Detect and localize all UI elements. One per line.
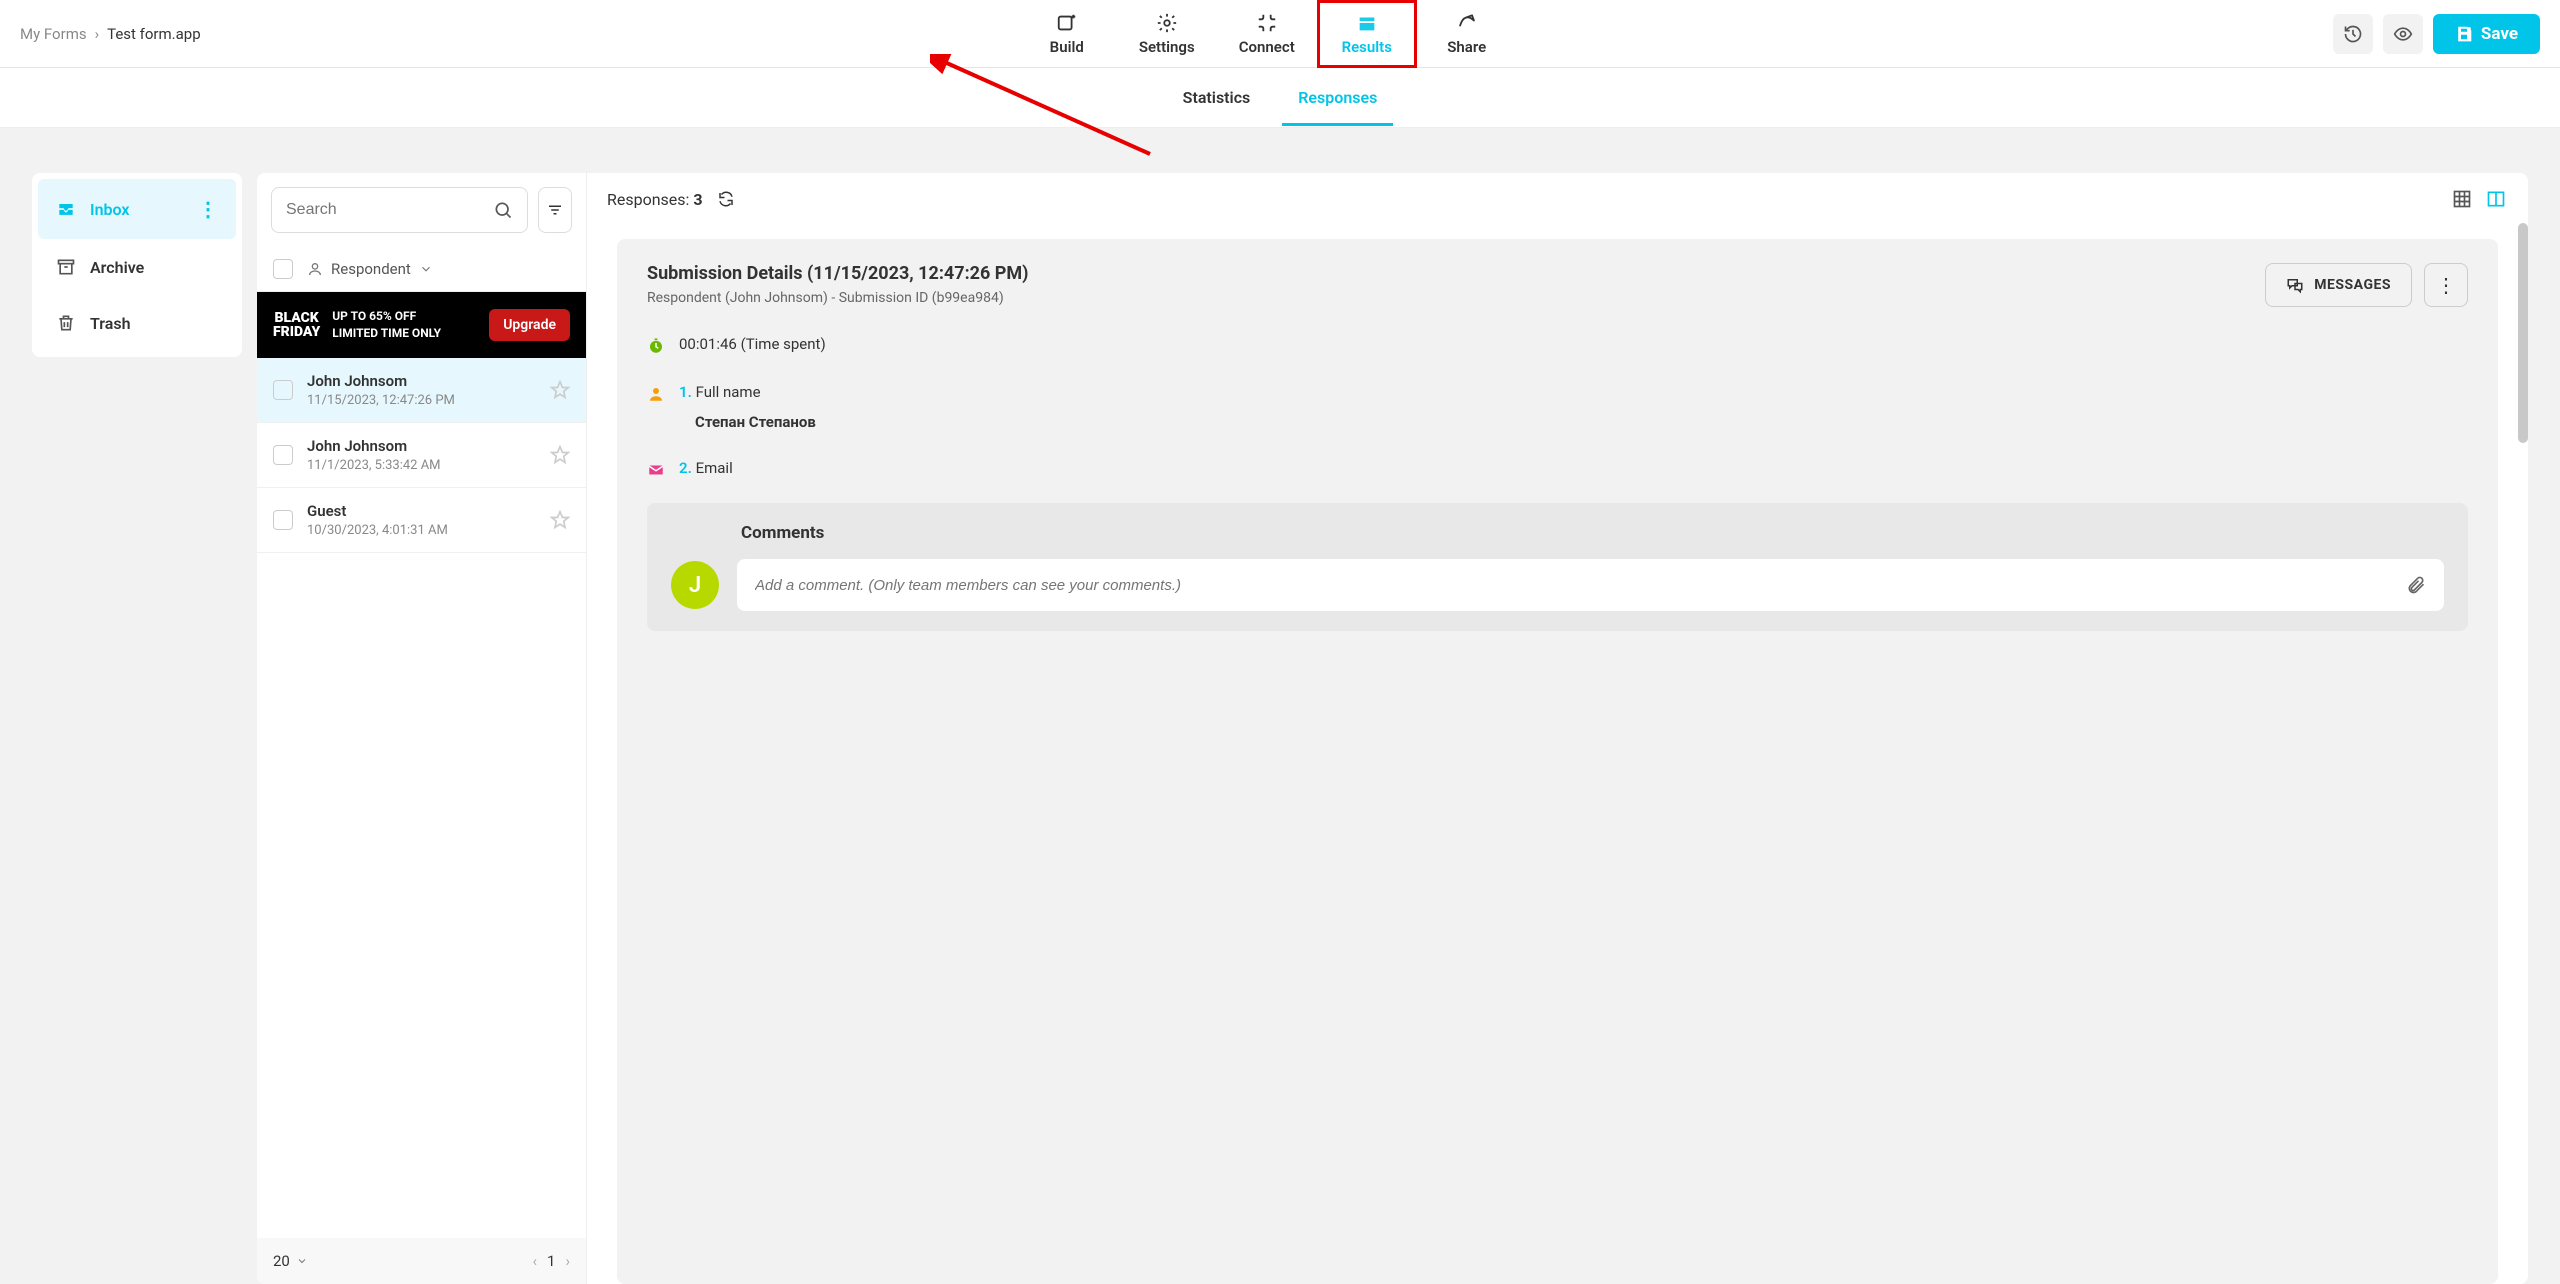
respondent-name: John Johnsom (307, 372, 536, 390)
folder-sidebar: Inbox ⋮ Archive Trash (32, 173, 242, 357)
comment-input[interactable] (755, 577, 2406, 594)
chat-icon (2286, 276, 2304, 294)
filter-button[interactable] (538, 187, 572, 233)
field-value: Степан Степанов (695, 413, 2468, 431)
inbox-more-icon[interactable]: ⋮ (198, 197, 218, 221)
submission-subtitle: Respondent (John Johnsom) - Submission I… (647, 290, 1028, 306)
star-icon[interactable] (550, 445, 570, 465)
promo-text: UP TO 65% OFF LIMITED TIME ONLY (332, 308, 477, 342)
split-view-button[interactable] (2484, 187, 2508, 211)
field-label: Full name (696, 383, 761, 401)
person-icon (307, 261, 323, 277)
search-icon (493, 200, 513, 220)
comments-title: Comments (741, 523, 2444, 543)
save-icon (2455, 25, 2473, 43)
kebab-icon: ⋮ (2436, 273, 2456, 297)
nav-build[interactable]: Build (1017, 0, 1117, 68)
history-icon (2343, 24, 2363, 44)
build-icon (1056, 12, 1078, 34)
respondent-name: John Johnsom (307, 437, 536, 455)
response-item[interactable]: John Johnsom 11/15/2023, 12:47:26 PM (257, 358, 586, 423)
select-all-checkbox[interactable] (273, 259, 293, 279)
save-button[interactable]: Save (2433, 14, 2540, 54)
sidebar-trash[interactable]: Trash (38, 295, 236, 351)
field-number: 1. (679, 383, 692, 401)
grid-icon (2452, 189, 2472, 209)
comments-section: Comments J (647, 503, 2468, 631)
user-icon (647, 385, 665, 403)
response-date: 10/30/2023, 4:01:31 AM (307, 523, 536, 538)
refresh-icon[interactable] (717, 190, 735, 208)
next-page[interactable]: › (565, 1252, 570, 1270)
attachment-icon[interactable] (2406, 575, 2426, 595)
page-size-select[interactable]: 20 (273, 1252, 308, 1270)
nav-connect[interactable]: Connect (1217, 0, 1317, 68)
field-number: 2. (679, 459, 692, 477)
respondent-sort[interactable]: Respondent (307, 260, 433, 278)
preview-button[interactable] (2383, 14, 2423, 54)
stopwatch-icon (647, 337, 665, 355)
messages-button[interactable]: MESSAGES (2265, 263, 2412, 307)
responses-count-label: Responses: 3 (607, 190, 703, 209)
split-icon (2486, 189, 2506, 209)
star-icon[interactable] (550, 380, 570, 400)
results-icon (1356, 12, 1378, 34)
detail-more-button[interactable]: ⋮ (2424, 263, 2468, 307)
upgrade-button[interactable]: Upgrade (489, 309, 570, 341)
row-checkbox[interactable] (273, 445, 293, 465)
connect-icon (1256, 12, 1278, 34)
star-icon[interactable] (550, 510, 570, 530)
email-icon (647, 461, 665, 479)
filter-icon (546, 201, 564, 219)
black-friday-logo: BLACK FRIDAY (273, 311, 320, 339)
breadcrumb: My Forms › Test form.app (20, 25, 201, 43)
archive-icon (56, 257, 76, 277)
time-spent-value: 00:01:46 (Time spent) (679, 335, 826, 353)
respondent-name: Guest (307, 502, 536, 520)
search-input[interactable] (286, 201, 493, 219)
nav-settings[interactable]: Settings (1117, 0, 1217, 68)
share-icon (1456, 12, 1478, 34)
sidebar-archive[interactable]: Archive (38, 239, 236, 295)
chevron-down-icon (419, 262, 433, 276)
nav-results[interactable]: Results (1317, 0, 1417, 68)
prev-page[interactable]: ‹ (533, 1252, 538, 1270)
trash-icon (56, 313, 76, 333)
response-list-panel: Respondent BLACK FRIDAY UP TO 65% OFF LI… (257, 173, 587, 1284)
settings-icon (1156, 12, 1178, 34)
chevron-down-icon (296, 1255, 308, 1267)
grid-view-button[interactable] (2450, 187, 2474, 211)
comment-input-wrapper[interactable] (737, 559, 2444, 611)
history-button[interactable] (2333, 14, 2373, 54)
page-number: 1 (547, 1252, 555, 1270)
promo-banner: BLACK FRIDAY UP TO 65% OFF LIMITED TIME … (257, 292, 586, 358)
field-label: Email (696, 459, 733, 477)
response-item[interactable]: John Johnsom 11/1/2023, 5:33:42 AM (257, 423, 586, 488)
subtab-statistics[interactable]: Statistics (1179, 70, 1255, 125)
eye-icon (2393, 24, 2413, 44)
breadcrumb-sep: › (95, 25, 100, 43)
breadcrumb-current: Test form.app (107, 25, 201, 43)
inbox-icon (56, 199, 76, 219)
response-date: 11/1/2023, 5:33:42 AM (307, 458, 536, 473)
scrollbar[interactable] (2518, 223, 2528, 443)
nav-share[interactable]: Share (1417, 0, 1517, 68)
subtab-responses[interactable]: Responses (1294, 70, 1381, 125)
sidebar-inbox[interactable]: Inbox ⋮ (38, 179, 236, 239)
user-avatar: J (671, 561, 719, 609)
row-checkbox[interactable] (273, 510, 293, 530)
response-item[interactable]: Guest 10/30/2023, 4:01:31 AM (257, 488, 586, 553)
detail-panel: Responses: 3 Submission Details (11/15 (587, 173, 2528, 1284)
breadcrumb-root[interactable]: My Forms (20, 25, 87, 43)
response-date: 11/15/2023, 12:47:26 PM (307, 393, 536, 408)
row-checkbox[interactable] (273, 380, 293, 400)
submission-title: Submission Details (11/15/2023, 12:47:26… (647, 263, 1028, 284)
search-input-wrapper[interactable] (271, 187, 528, 233)
